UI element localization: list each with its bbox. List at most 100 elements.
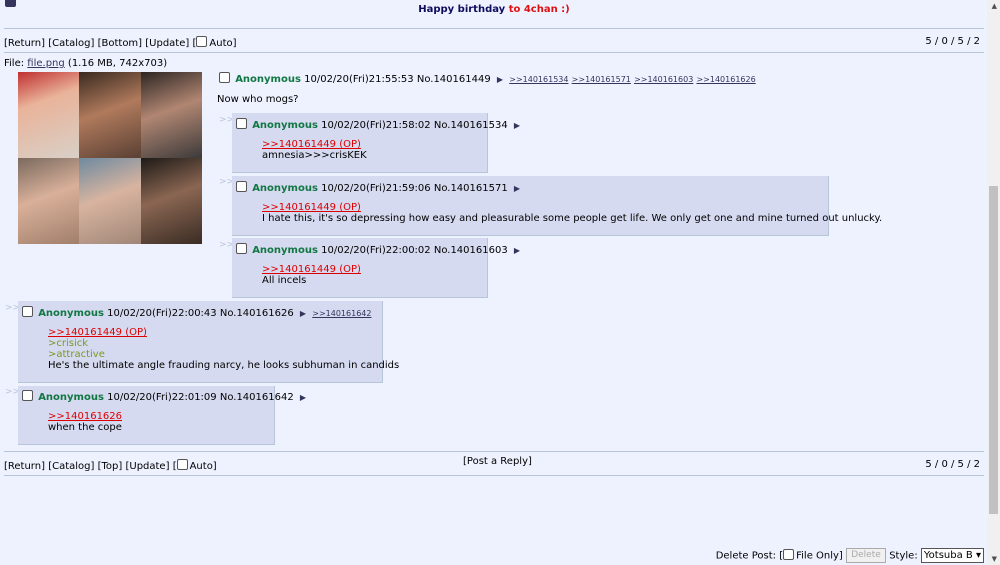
backlink[interactable]: >>140161642 [312, 309, 371, 318]
reply-message: >>140161449 (OP) I hate this, it's so de… [262, 202, 882, 224]
auto-label: Auto] [189, 461, 217, 472]
quote-link[interactable]: >>140161626 [48, 411, 122, 422]
reply-message: >>140161449 (OP) >crisick >attractive He… [48, 327, 399, 371]
post-number[interactable]: No.140161603 [434, 245, 508, 256]
reply-post: Anonymous 10/02/20(Fri)21:59:06 No.14016… [232, 176, 882, 236]
divider [4, 52, 984, 53]
reply-select-checkbox[interactable] [236, 118, 247, 129]
post-menu-arrow-icon[interactable]: ▶ [514, 184, 520, 193]
post-datetime: 10/02/20(Fri)21:55:53 [304, 74, 414, 85]
reply-post-info: Anonymous 10/02/20(Fri)22:00:02 No.14016… [236, 243, 523, 256]
post-datetime: 10/02/20(Fri)21:59:06 [321, 183, 431, 194]
return-link[interactable]: [Return] [4, 38, 45, 49]
thumb-tile [79, 158, 141, 244]
quote-link[interactable]: >>140161449 (OP) [262, 264, 361, 275]
bottom-link[interactable]: [Bottom] [98, 38, 142, 49]
style-select[interactable]: Yotsuba B ▾ [920, 548, 984, 563]
auto-checkbox[interactable] [196, 36, 208, 47]
post-number[interactable]: No.140161571 [434, 183, 508, 194]
message-line: All incels [262, 275, 307, 286]
op-message: Now who mogs? [217, 94, 299, 105]
post-menu-arrow-icon[interactable]: ▶ [514, 121, 520, 130]
reply-message: >>140161449 (OP) amnesia>>>crisKEK [262, 139, 367, 161]
reply-post-info: Anonymous 10/02/20(Fri)21:59:06 No.14016… [236, 181, 523, 194]
op-image-thumbnail[interactable] [18, 72, 202, 244]
reply-post-info: Anonymous 10/02/20(Fri)22:01:09 No.14016… [22, 390, 309, 403]
thumb-tile [140, 72, 202, 158]
thumb-tile [140, 158, 202, 244]
post-number[interactable]: No.140161642 [220, 392, 294, 403]
post-menu-arrow-icon[interactable]: ▶ [300, 309, 306, 318]
poster-name: Anonymous [252, 120, 318, 131]
auto-checkbox[interactable] [176, 459, 188, 470]
quote-link[interactable]: >>140161449 (OP) [262, 139, 361, 150]
chevron-down-icon: ▾ [975, 550, 981, 561]
op-post: Anonymous 10/02/20(Fri)21:55:53 No.14016… [217, 70, 919, 110]
quote-link[interactable]: >>140161449 (OP) [48, 327, 147, 338]
post-menu-arrow-icon[interactable]: ▶ [300, 393, 306, 402]
poster-name: Anonymous [235, 74, 301, 85]
post-reply-link[interactable]: [Post a Reply] [463, 456, 532, 467]
auto-label: Auto] [209, 38, 237, 49]
catalog-link[interactable]: [Catalog] [48, 461, 94, 472]
top-navbar: [Return] [Catalog] [Bottom] [Update] [Au… [4, 36, 984, 49]
poster-name: Anonymous [252, 245, 318, 256]
file-meta: (1.16 MB, 742x703) [64, 58, 168, 69]
file-only-label: File Only] [796, 550, 843, 562]
update-link[interactable]: [Update] [145, 38, 189, 49]
message-line: He's the ultimate angle frauding narcy, … [48, 360, 400, 371]
reply-message: >>140161626 when the cope [48, 411, 122, 433]
message-line: when the cope [48, 422, 122, 433]
thread-stats: 5 / 0 / 5 / 2 [925, 459, 980, 470]
delete-post-label: Delete Post: [ [715, 550, 784, 562]
style-select-value: Yotsuba B [923, 550, 973, 561]
post-number[interactable]: No.140161449 [417, 74, 491, 85]
thumb-tile [18, 72, 80, 158]
scroll-down-icon[interactable]: ▼ [992, 555, 997, 563]
post-menu-arrow-icon[interactable]: ▶ [497, 75, 503, 84]
quote-link[interactable]: >>140161449 (OP) [262, 202, 361, 213]
backlink[interactable]: >>140161626 [696, 75, 755, 84]
divider [4, 475, 984, 476]
top-link[interactable]: [Top] [98, 461, 123, 472]
reply-select-checkbox[interactable] [236, 243, 247, 254]
file-prefix: File: [4, 58, 28, 69]
thread-stats: 5 / 0 / 5 / 2 [925, 36, 980, 47]
post-number[interactable]: No.140161534 [434, 120, 508, 131]
post-menu-arrow-icon[interactable]: ▶ [514, 246, 520, 255]
greentext-line: >attractive [48, 349, 105, 360]
post-datetime: 10/02/20(Fri)22:00:02 [321, 245, 431, 256]
thumb-tile [79, 72, 141, 158]
backlink[interactable]: >>140161603 [634, 75, 693, 84]
update-link[interactable]: [Update] [125, 461, 169, 472]
return-link[interactable]: [Return] [4, 461, 45, 472]
thumb-tile [18, 158, 80, 244]
catalog-link[interactable]: [Catalog] [48, 38, 94, 49]
bottom-navbar: [Return] [Catalog] [Top] [Update] [Auto]… [4, 456, 984, 472]
scrollbar-thumb[interactable] [989, 186, 998, 514]
reply-select-checkbox[interactable] [22, 390, 33, 401]
op-post-info: Anonymous 10/02/20(Fri)21:55:53 No.14016… [219, 72, 756, 85]
file-link[interactable]: file.png [27, 58, 64, 69]
reply-post: Anonymous 10/02/20(Fri)22:01:09 No.14016… [18, 386, 306, 445]
divider [4, 28, 984, 29]
reply-post: Anonymous 10/02/20(Fri)22:00:02 No.14016… [232, 238, 520, 298]
reply-post: Anonymous 10/02/20(Fri)21:58:02 No.14016… [232, 113, 520, 173]
style-label: Style: [889, 550, 918, 562]
reply-post-info: Anonymous 10/02/20(Fri)22:00:43 No.14016… [22, 306, 371, 319]
backlink[interactable]: >>140161534 [509, 75, 568, 84]
poster-name: Anonymous [38, 392, 104, 403]
reply-select-checkbox[interactable] [22, 306, 33, 317]
reply-select-checkbox[interactable] [236, 181, 247, 192]
op-select-checkbox[interactable] [219, 72, 230, 83]
op-file-info: File: file.png (1.16 MB, 742x703) [4, 58, 167, 69]
announcement-highlight: to 4chan :) [508, 4, 570, 15]
delete-button[interactable]: Delete [846, 548, 887, 563]
message-line: I hate this, it's so depressing how easy… [262, 213, 883, 224]
reply-post-info: Anonymous 10/02/20(Fri)21:58:02 No.14016… [236, 118, 523, 131]
delete-post-controls: Delete Post: [ File Only] Delete Style: Y… [716, 548, 984, 563]
scroll-up-icon[interactable]: ▲ [992, 2, 997, 10]
file-only-checkbox[interactable] [783, 548, 795, 560]
backlink[interactable]: >>140161571 [572, 75, 631, 84]
post-number[interactable]: No.140161626 [220, 308, 294, 319]
